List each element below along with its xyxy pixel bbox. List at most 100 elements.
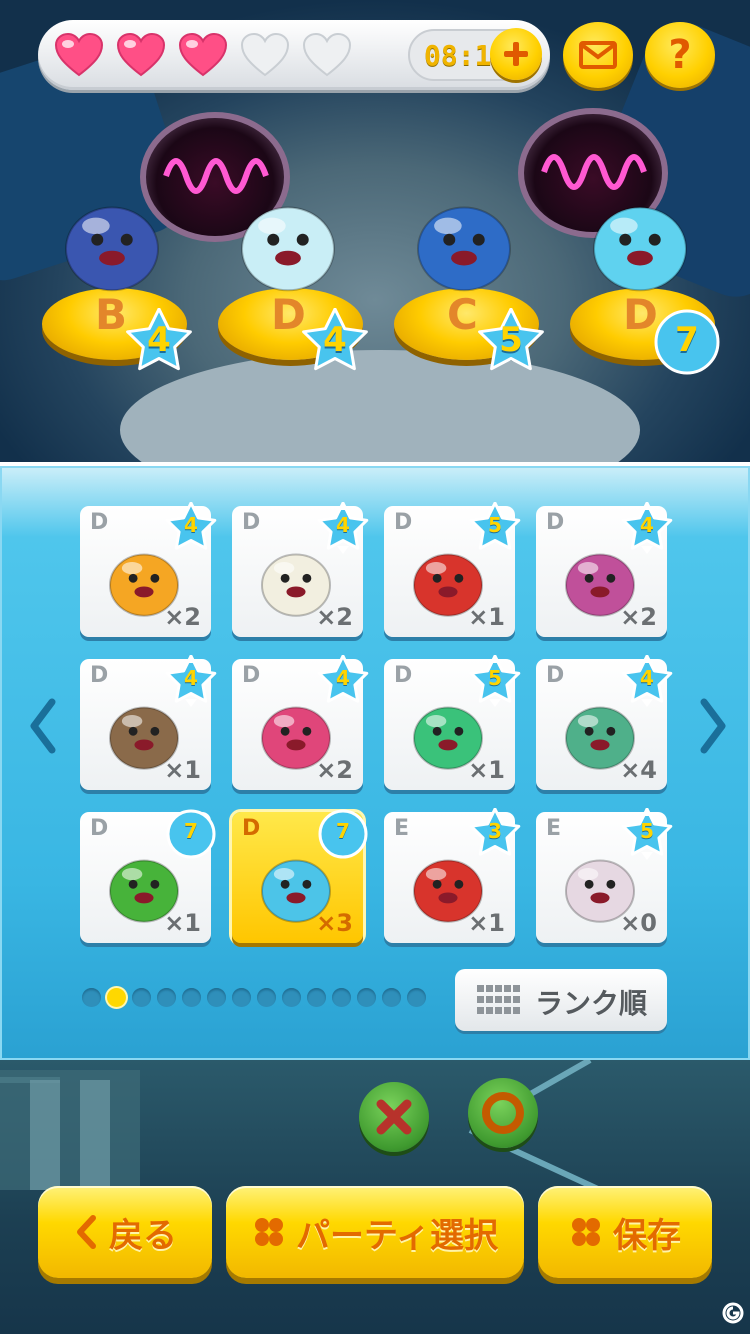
cancel-button[interactable] (359, 1082, 429, 1152)
page-dot[interactable] (382, 988, 401, 1007)
creature-card[interactable]: D ×1 5 (384, 654, 521, 790)
card-level: 4 (184, 513, 198, 537)
card-rank: D (546, 663, 565, 688)
party-select-button[interactable]: パーティ選択 (226, 1186, 524, 1278)
page-dot[interactable] (307, 988, 326, 1007)
plus-icon (490, 28, 542, 80)
card-level: 5 (640, 819, 654, 843)
card-count: ×1 (164, 756, 201, 784)
level-star-badge: 3 (469, 807, 521, 860)
creature-card[interactable]: E ×0 5 (536, 807, 673, 943)
page-dot[interactable] (132, 988, 151, 1007)
page-dot[interactable] (182, 988, 201, 1007)
level-star-badge: 5 (477, 307, 545, 376)
card-count: ×1 (468, 909, 505, 937)
question-icon: ? (668, 32, 692, 78)
add-life-button[interactable] (490, 28, 542, 80)
page-dot[interactable] (407, 988, 426, 1007)
grid-icon (477, 985, 520, 1014)
page-indicator (82, 988, 426, 1008)
collection-panel: D ×2 4 D ×2 4 D ×1 5 D ×2 4 D ×1 4 D ×2 4 D ×1 5 D ×4 4 D ×1 7 D ×3 7… (0, 462, 750, 1060)
creature-card[interactable]: D ×2 4 (232, 501, 369, 637)
status-bar: 08:10 (38, 20, 550, 90)
chevron-left-icon (77, 1215, 96, 1249)
creature-figure (593, 206, 687, 292)
party-slot[interactable]: D4 (216, 170, 386, 380)
page-dot[interactable] (82, 988, 101, 1007)
creature-card[interactable]: D ×4 4 (536, 654, 673, 790)
prev-page-button[interactable] (18, 691, 68, 761)
level-star-badge: 5 (621, 807, 673, 860)
page-dot[interactable] (107, 988, 126, 1007)
party-slot[interactable]: B4 (40, 170, 210, 380)
card-count: ×4 (620, 756, 657, 784)
page-dot[interactable] (232, 988, 251, 1007)
card-rank: E (546, 816, 562, 841)
card-level: 7 (184, 819, 198, 843)
sort-button[interactable]: ランク順 (455, 969, 667, 1031)
level-star-badge: 4 (165, 501, 217, 554)
chevron-left-icon (30, 698, 56, 754)
page-dot[interactable] (207, 988, 226, 1007)
slot-level: 4 (147, 320, 171, 360)
level-star-badge: 5 (469, 654, 521, 707)
level-circle-badge: 7 (165, 808, 217, 860)
creature-figure (417, 206, 511, 292)
creature-card[interactable]: D ×3 7 (232, 809, 368, 943)
creature-card[interactable]: D ×2 4 (232, 654, 369, 790)
help-button[interactable]: ? (645, 22, 715, 88)
confirm-button[interactable] (468, 1078, 538, 1148)
card-rank: D (242, 663, 261, 688)
card-rank: D (242, 510, 261, 535)
creature-card[interactable]: E ×1 3 (384, 807, 521, 943)
card-level: 4 (640, 666, 654, 690)
level-star-badge: 4 (317, 654, 369, 707)
creature-figure (65, 206, 159, 292)
level-star-badge: 4 (621, 654, 673, 707)
mail-button[interactable] (563, 22, 633, 88)
back-button[interactable]: 戻る (38, 1186, 212, 1278)
card-level: 3 (488, 819, 502, 843)
flower-icon (255, 1218, 284, 1246)
card-level: 7 (336, 819, 350, 843)
card-count: ×1 (468, 756, 505, 784)
card-rank: D (394, 510, 413, 535)
card-rank: D (90, 510, 109, 535)
flower-icon (572, 1218, 600, 1246)
cross-icon (376, 1099, 412, 1135)
page-dot[interactable] (282, 988, 301, 1007)
level-circle-badge: 7 (653, 308, 721, 376)
creature-card[interactable]: D ×2 4 (80, 501, 217, 637)
card-count: ×1 (468, 603, 505, 631)
back-label: 戻る (109, 1215, 177, 1256)
page-dot[interactable] (257, 988, 276, 1007)
heart-icon (116, 32, 166, 78)
creature-card[interactable]: D ×1 4 (80, 654, 217, 790)
creature-card[interactable]: D ×1 7 (80, 809, 216, 943)
card-count: ×2 (620, 603, 657, 631)
level-star-badge: 5 (469, 501, 521, 554)
page-dot[interactable] (332, 988, 351, 1007)
page-dot[interactable] (357, 988, 376, 1007)
creature-card[interactable]: D ×1 5 (384, 501, 521, 637)
level-star-badge: 4 (125, 307, 193, 376)
save-label: 保存 (613, 1215, 681, 1256)
party-slot[interactable]: C5 (392, 170, 562, 380)
card-level: 4 (336, 666, 350, 690)
card-rank: D (242, 816, 261, 841)
next-page-button[interactable] (688, 691, 738, 761)
page-dot[interactable] (157, 988, 176, 1007)
card-level: 5 (488, 513, 502, 537)
slot-level: 4 (323, 320, 347, 360)
card-level: 4 (184, 666, 198, 690)
party-stage: 08:10 ? B4D4C5D7 (0, 0, 750, 462)
card-rank: D (546, 510, 565, 535)
slot-level: 7 (675, 320, 699, 360)
save-button[interactable]: 保存 (538, 1186, 712, 1278)
heart-icon (302, 32, 352, 78)
creature-card[interactable]: D ×2 4 (536, 501, 673, 637)
card-count: ×2 (316, 603, 353, 631)
card-count: ×2 (316, 756, 353, 784)
slot-level: 5 (499, 320, 523, 360)
party-slot[interactable]: D7 (568, 170, 738, 380)
